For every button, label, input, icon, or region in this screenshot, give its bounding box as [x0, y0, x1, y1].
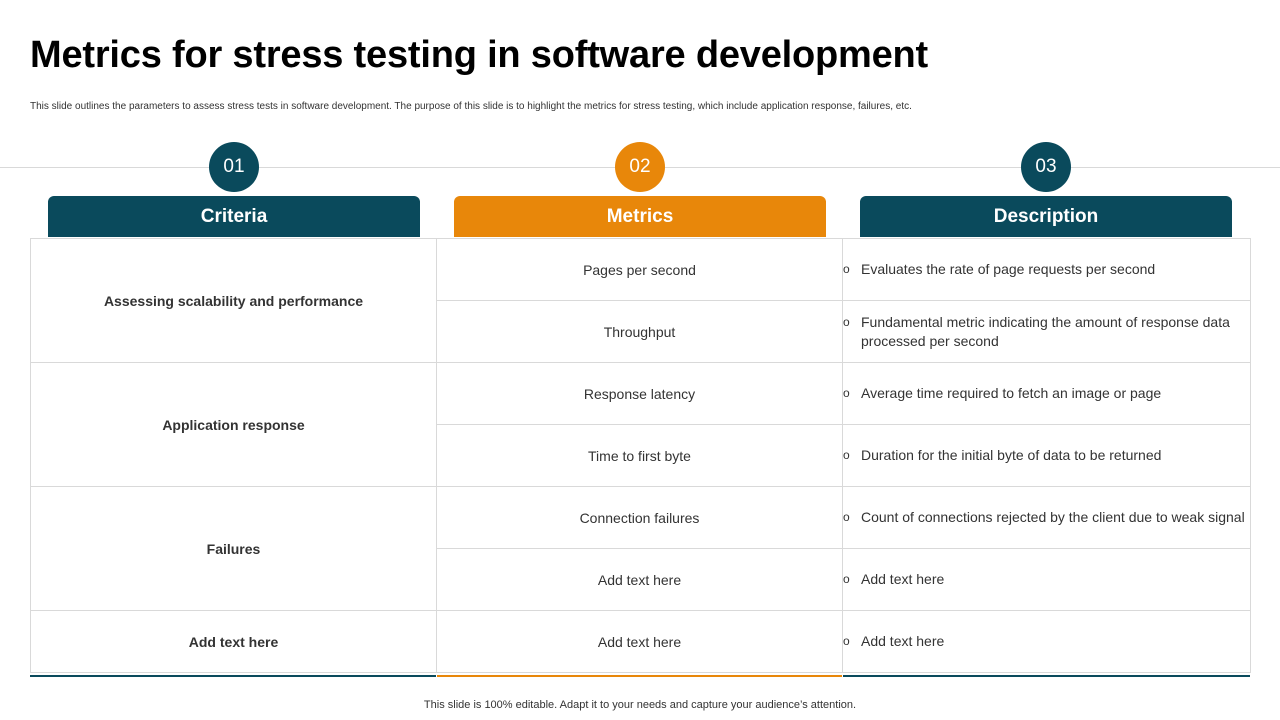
description-cell: o Evaluates the rate of page requests per… [842, 238, 1251, 301]
step-badge-02: 02 [615, 142, 665, 192]
column-accent-line-criteria [30, 675, 436, 677]
slide-subtitle: This slide outlines the parameters to as… [30, 101, 912, 112]
metrics-table: Assessing scalability and performance Pa… [30, 238, 1251, 673]
bullet-icon: o [843, 510, 850, 524]
step-badge-01: 01 [209, 142, 259, 192]
bullet-icon: o [843, 262, 850, 276]
description-cell: o Add text here [842, 548, 1251, 611]
description-text: Fundamental metric indicating the amount… [861, 313, 1230, 349]
metric-cell: Throughput [436, 300, 843, 363]
description-cell: o Add text here [842, 610, 1251, 673]
description-cell: o Count of connections rejected by the cl… [842, 486, 1251, 549]
bullet-icon: o [843, 572, 850, 586]
criteria-cell: Assessing scalability and performance [30, 238, 437, 363]
column-accent-line-metrics [437, 675, 842, 677]
description-text: Count of connections rejected by the cli… [861, 509, 1245, 525]
step-badge-03: 03 [1021, 142, 1071, 192]
column-accent-line-description [843, 675, 1250, 677]
description-text: Add text here [861, 633, 945, 649]
table-row: Application response Response latency oA… [30, 362, 1251, 487]
bullet-icon: o [843, 314, 850, 329]
criteria-cell: Failures [30, 486, 437, 611]
description-text: Evaluates the rate of page requests per … [861, 261, 1156, 277]
metric-cell: Add text here [436, 610, 843, 673]
bullet-icon: o [843, 634, 850, 648]
table-row: Add text here Add text here o Add text he… [30, 610, 1251, 673]
metric-cell: Response latency [436, 362, 843, 425]
column-header-criteria: Criteria [48, 196, 420, 237]
metric-cell: Connection failures [436, 486, 843, 549]
column-header-metrics: Metrics [454, 196, 826, 237]
column-header-description: Description [860, 196, 1232, 237]
description-text: Duration for the initial byte of data to… [861, 447, 1162, 463]
criteria-cell: Add text here [30, 610, 437, 673]
description-cell: o Average time required to fetch an image… [842, 362, 1251, 425]
table-row: Failures Connection failures o Count of c… [30, 486, 1251, 611]
bullet-icon: o [843, 448, 850, 462]
description-text: Average time required to fetch an image … [861, 385, 1162, 401]
table-row: Assessing scalability and performance Pa… [30, 238, 1251, 363]
criteria-cell: Application response [30, 362, 437, 487]
slide-footer: This slide is 100% editable. Adapt it to… [423, 699, 857, 711]
description-cell: o Fundamental metric indicating the amoun… [842, 300, 1251, 363]
metric-cell: Add text here [436, 548, 843, 611]
slide-title: Metrics for stress testing in software d… [30, 34, 929, 76]
bullet-icon: o [843, 386, 850, 400]
metric-cell: Time to first byte [436, 424, 843, 487]
description-text: Add text here [861, 571, 945, 587]
description-cell: o Duration for the initial byte of data t… [842, 424, 1251, 487]
metric-cell: Pages per second [436, 238, 843, 301]
